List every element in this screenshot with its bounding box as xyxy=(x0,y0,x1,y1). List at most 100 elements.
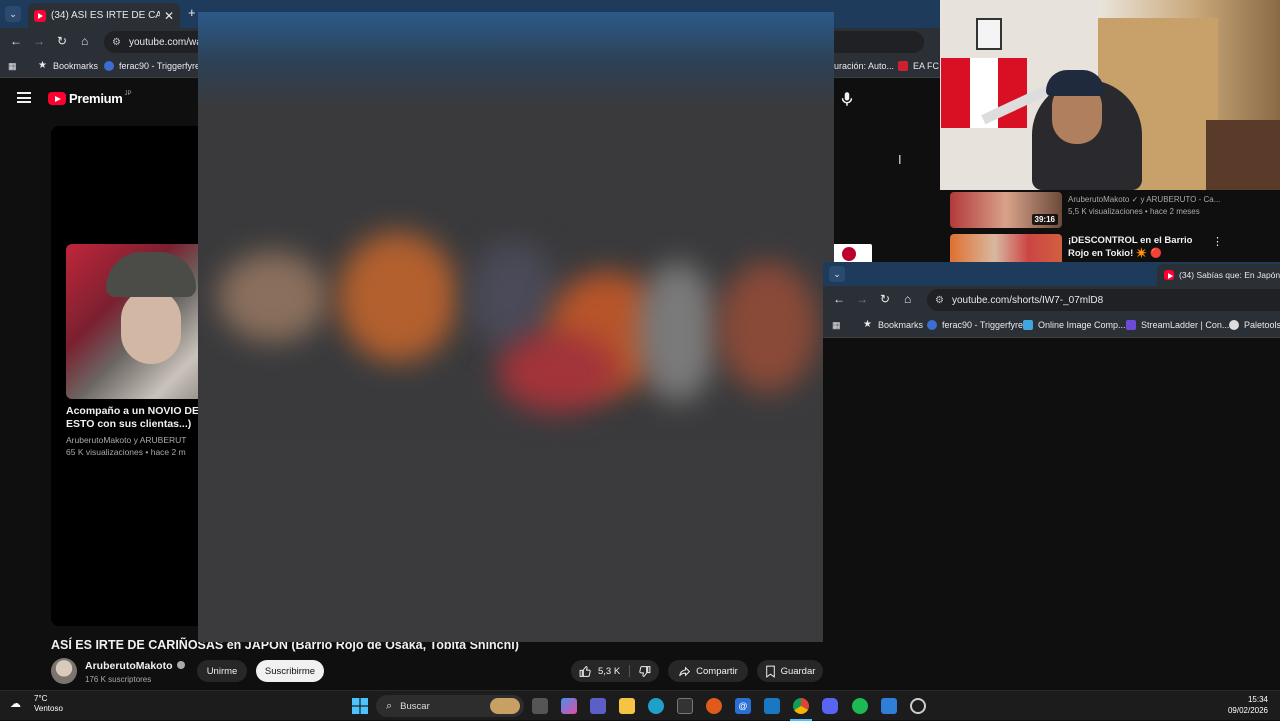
spotify-icon[interactable] xyxy=(852,698,868,714)
youtube-play-icon xyxy=(48,92,66,105)
bookmark-item[interactable]: ★ Bookmarks xyxy=(38,60,99,71)
like-count: 5,3 K xyxy=(598,665,621,677)
bookmark-item[interactable]: ferac90 - Triggerfyre xyxy=(104,61,200,71)
triggerfyre-icon xyxy=(104,61,114,71)
bookmark-label: ferac90 - Triggerfyre xyxy=(942,320,1024,330)
bookmark-label: uración: Auto... xyxy=(834,61,895,71)
wall-frame xyxy=(976,18,1002,50)
windows-taskbar: ☁ 7°C Ventoso ⌕ Buscar @ 15:34 09/02/202… xyxy=(0,690,1280,721)
related-thumbnail[interactable] xyxy=(950,234,1062,262)
subscribe-button[interactable]: Suscribirme xyxy=(256,660,324,682)
back-button[interactable]: ← xyxy=(10,34,22,48)
weather-icon: ☁ xyxy=(10,698,21,710)
notes-icon[interactable] xyxy=(881,698,897,714)
youtube-logo[interactable]: Premium JP xyxy=(48,91,132,106)
related-stats: 5,5 K visualizaciones • hace 2 meses xyxy=(1068,207,1200,216)
recommended-title[interactable]: Acompaño a un NOVIO DE ESTO con sus clie… xyxy=(66,405,213,431)
microphone-icon[interactable] xyxy=(838,90,856,108)
related-thumbnail[interactable]: 39:16 xyxy=(950,192,1062,228)
tab-active[interactable]: (34) Sabías que: En Japón h xyxy=(1157,264,1280,286)
temperature: 7°C xyxy=(34,694,48,703)
channel-row: AruberutoMakoto 176 K suscriptores Unirm… xyxy=(51,658,831,688)
teams-icon[interactable] xyxy=(590,698,606,714)
bookmark-item[interactable]: uración: Auto... xyxy=(834,61,894,71)
forward-button[interactable]: → xyxy=(33,34,45,48)
like-dislike-group: 5,3 K xyxy=(571,660,659,682)
bookmark-item[interactable]: Online Image Comp... xyxy=(1023,320,1126,330)
start-button[interactable] xyxy=(352,698,368,714)
site-info-icon[interactable]: ⚙ xyxy=(935,295,944,306)
store-icon[interactable] xyxy=(677,698,693,714)
related-video-item[interactable]: ¡DESCONTROL en el Barrio Rojo en Tokio! … xyxy=(950,234,1270,262)
task-view-icon[interactable] xyxy=(532,698,548,714)
youtube-favicon-icon xyxy=(34,9,46,22)
system-clock[interactable]: 15:34 09/02/2026 xyxy=(1228,694,1268,716)
discord-icon[interactable] xyxy=(822,698,838,714)
tab-search-button[interactable]: ⌄ xyxy=(829,266,845,282)
channel-name[interactable]: AruberutoMakoto xyxy=(85,660,185,672)
share-button[interactable]: Compartir xyxy=(668,660,748,682)
verified-icon xyxy=(176,661,185,669)
weather-widget[interactable]: ☁ 7°C Ventoso xyxy=(10,694,63,714)
youtube-favicon-icon xyxy=(1164,270,1174,280)
like-button[interactable]: 5,3 K xyxy=(579,665,620,678)
join-button[interactable]: Unirme xyxy=(197,660,247,682)
bookmark-item[interactable]: StreamLadder | Con... xyxy=(1126,320,1229,330)
chrome-icon[interactable] xyxy=(793,698,809,714)
windows-logo-icon xyxy=(352,698,368,714)
reload-button[interactable]: ↻ xyxy=(57,34,67,48)
new-tab-button[interactable]: + xyxy=(188,5,196,20)
mail-icon[interactable]: @ xyxy=(735,698,751,714)
related-video-item[interactable]: 39:16 AruberutoMakoto ✓ y ARUBERUTO - Ca… xyxy=(950,192,1270,228)
back-button[interactable]: ← xyxy=(833,292,845,306)
bookshelf xyxy=(1206,120,1280,190)
taskbar-search[interactable]: ⌕ Buscar xyxy=(376,695,524,717)
bookmark-item[interactable]: ★ Bookmarks xyxy=(863,319,924,330)
browser-icon[interactable] xyxy=(706,698,722,714)
subscriber-count: 176 K suscriptores xyxy=(85,675,152,684)
bookmark-label: Bookmarks xyxy=(53,61,99,71)
related-channel: AruberutoMakoto ✓ y ARUBERUTO - Ca... xyxy=(1068,195,1221,204)
apps-icon[interactable]: ▦ xyxy=(832,320,841,331)
thumbs-down-icon[interactable] xyxy=(638,665,651,678)
logo-text: Premium xyxy=(69,91,123,106)
save-button[interactable]: Guardar xyxy=(757,660,823,682)
channel-avatar[interactable] xyxy=(51,658,77,684)
reload-button[interactable]: ↻ xyxy=(880,292,890,306)
photos-icon[interactable] xyxy=(764,698,780,714)
close-tab-icon[interactable]: ✕ xyxy=(164,9,174,23)
streamladder-icon xyxy=(1126,320,1136,330)
video-duration: 39:16 xyxy=(1031,214,1058,225)
menu-icon[interactable] xyxy=(17,92,31,103)
bookmark-label: ferac90 - Triggerfyre xyxy=(119,61,201,71)
home-button[interactable]: ⌂ xyxy=(904,292,911,306)
file-explorer-icon[interactable] xyxy=(619,698,635,714)
obs-icon[interactable] xyxy=(910,698,926,714)
browser-toolbar: ← → ↻ ⌂ ⚙ youtube.com/shorts/IW7-_07mlD8 xyxy=(823,286,1280,314)
search-placeholder: Buscar xyxy=(400,700,430,712)
site-info-icon[interactable]: ⚙ xyxy=(112,37,121,48)
copilot-icon[interactable] xyxy=(561,698,577,714)
tab-strip: ⌄ (34) Sabías que: En Japón h xyxy=(823,262,1280,286)
more-options-icon[interactable]: ⋮ xyxy=(1212,235,1223,248)
thumbs-up-icon xyxy=(579,665,591,677)
tab-search-button[interactable]: ⌄ xyxy=(5,6,21,22)
address-bar[interactable]: ⚙ youtube.com/shorts/IW7-_07mlD8 xyxy=(927,289,1280,311)
related-title[interactable]: ¡DESCONTROL en el Barrio Rojo en Tokio! … xyxy=(1068,234,1208,260)
recommended-thumbnail[interactable] xyxy=(66,244,213,399)
edge-icon[interactable] xyxy=(648,698,664,714)
text-cursor-icon: I xyxy=(898,152,902,167)
bookmark-label: Bookmarks xyxy=(878,320,924,330)
bookmark-item[interactable]: ferac90 - Triggerfyre xyxy=(927,320,1023,330)
bookmark-item[interactable]: Paletools v xyxy=(1229,320,1280,330)
home-button[interactable]: ⌂ xyxy=(81,34,88,48)
tab-active[interactable]: (34) ASÍ ES IRTE DE CARIÑOSAS ✕ xyxy=(28,3,180,28)
bookmark-label: StreamLadder | Con... xyxy=(1141,320,1230,330)
bookmark-icon xyxy=(765,665,775,678)
forward-button[interactable]: → xyxy=(856,292,868,306)
apps-icon[interactable]: ▦ xyxy=(8,61,17,72)
star-icon: ★ xyxy=(863,319,872,330)
recommended-video-card[interactable]: Acompaño a un NOVIO DE ESTO con sus clie… xyxy=(66,244,213,458)
share-label: Compartir xyxy=(696,665,738,677)
bookmark-label: Paletools v xyxy=(1244,320,1280,330)
